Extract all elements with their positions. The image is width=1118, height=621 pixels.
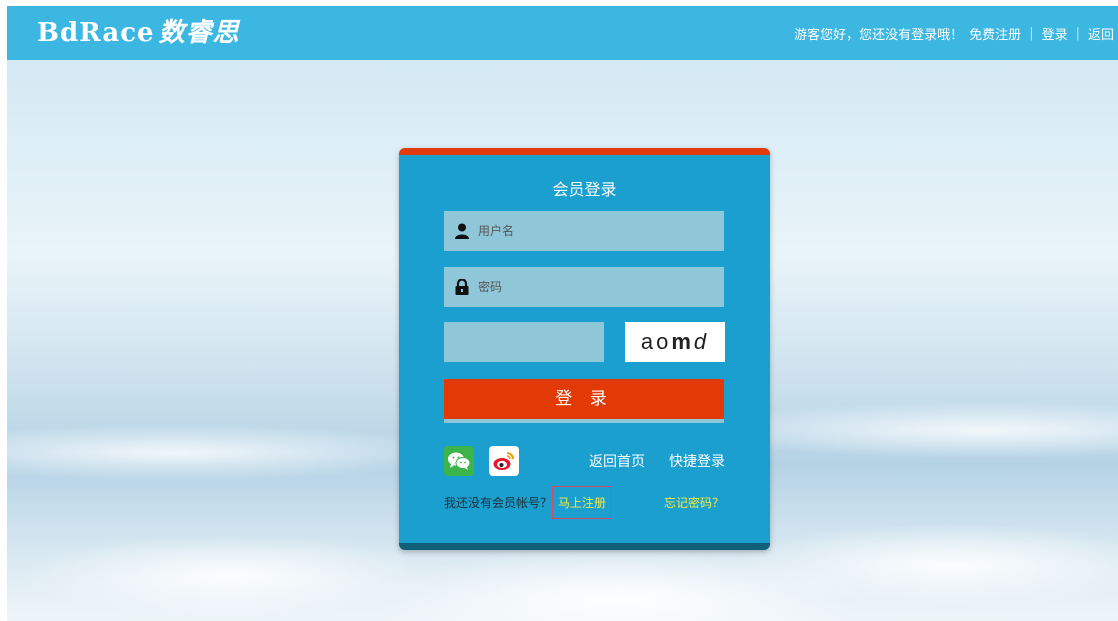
login-title: 会员登录 [552,180,617,199]
logo-latin: BdRace [37,18,155,48]
user-icon [454,223,470,239]
register-row: 我还没有会员帐号？ 马上注册 忘记密码？ [444,485,724,519]
captcha-image[interactable]: a o m d [625,322,725,362]
weibo-login-button[interactable] [489,446,519,476]
password-input[interactable] [476,279,710,295]
weibo-icon [493,452,514,470]
guest-greeting: 游客您好，您还没有登录哦！ [794,27,964,43]
top-header: BdRace 数睿思 游客您好，您还没有登录哦！ 免费注册 | 登录 | 返回 [7,6,1118,60]
captcha-char: o [656,329,672,354]
captcha-field[interactable] [444,322,604,362]
login-links: 返回首页 快捷登录 [589,451,725,471]
social-login [444,446,534,476]
register-now-link[interactable]: 马上注册 [552,485,613,519]
back-home-link[interactable]: 返回首页 [589,451,645,471]
username-field[interactable] [444,211,724,251]
nav-divider: | [1029,25,1034,41]
captcha-char: a [640,329,657,354]
nav-divider: | [1075,25,1080,41]
brand-logo[interactable]: BdRace 数睿思 [37,16,240,50]
nav-back-link[interactable]: 返回 [1088,24,1114,43]
wechat-login-button[interactable] [444,446,474,476]
nav-login-link[interactable]: 登录 [1042,24,1068,43]
nav-register-link[interactable]: 免费注册 [969,24,1021,43]
quick-login-link[interactable]: 快捷登录 [669,451,725,471]
lock-icon [454,279,470,295]
username-input[interactable] [476,223,710,239]
login-submit-button[interactable]: 登 录 [444,379,724,423]
captcha-char: m [671,329,694,354]
wechat-icon [448,452,471,470]
logo-chinese: 数睿思 [158,18,240,48]
password-field[interactable] [444,267,724,307]
captcha-input[interactable] [454,334,598,350]
login-card: 会员登录 a o m d 登 录 [399,148,770,550]
forgot-password-link[interactable]: 忘记密码？ [664,494,724,511]
top-nav: 游客您好，您还没有登录哦！ 免费注册 | 登录 | 返回 [794,6,1114,60]
no-account-text: 我还没有会员帐号？ [444,495,553,510]
captcha-char: d [693,329,710,354]
